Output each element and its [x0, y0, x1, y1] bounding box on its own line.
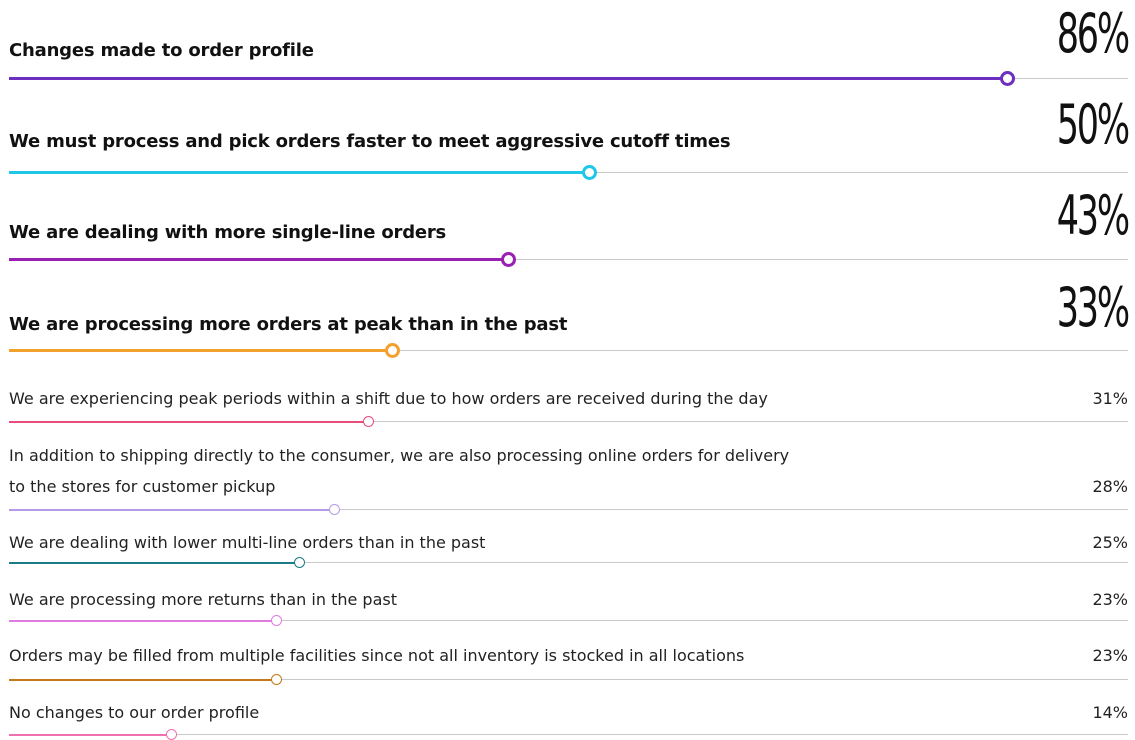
value-label: 14%	[1092, 703, 1128, 722]
value-label: 28%	[1092, 477, 1128, 496]
value-marker	[500, 252, 516, 267]
value-label: 23%	[1092, 590, 1128, 609]
value-marker	[328, 504, 340, 515]
value-bar	[9, 420, 369, 423]
category-label: Orders may be filled from multiple facil…	[9, 646, 745, 665]
value-label: 31%	[1092, 389, 1128, 408]
value-marker	[270, 615, 282, 626]
value-marker	[270, 674, 282, 685]
value-bar	[9, 77, 1008, 80]
chart: Changes made to order profile 86% We must …	[0, 0, 1135, 740]
value-label: 33%	[1056, 276, 1130, 339]
category-label: We are dealing with more single-line ord…	[9, 222, 447, 243]
value-marker	[582, 165, 597, 180]
category-label: In addition to shipping directly to the …	[9, 446, 790, 496]
category-label: We are processing more returns than in t…	[9, 590, 397, 609]
category-label: We are experiencing peak periods within …	[9, 389, 768, 408]
value-marker	[384, 343, 400, 358]
category-label: We are dealing with lower multi-line ord…	[9, 533, 486, 552]
value-marker	[166, 729, 178, 740]
value-bar	[9, 561, 300, 564]
value-bar	[9, 678, 277, 681]
value-label: 25%	[1092, 533, 1128, 552]
value-marker	[999, 71, 1015, 86]
category-label: We must process and pick orders faster t…	[9, 131, 731, 152]
value-label: 50%	[1056, 93, 1130, 156]
value-bar	[9, 171, 590, 174]
value-bar	[9, 619, 277, 622]
value-bar	[9, 258, 509, 261]
value-bar	[9, 508, 335, 511]
category-label: Changes made to order profile	[9, 40, 314, 61]
value-label: 23%	[1092, 646, 1128, 665]
value-marker	[293, 557, 305, 568]
value-label: 86%	[1056, 2, 1130, 65]
value-marker	[363, 416, 375, 427]
value-label: 43%	[1056, 184, 1130, 247]
category-label: We are processing more orders at peak th…	[9, 314, 568, 335]
value-bar	[9, 733, 172, 736]
category-label: No changes to our order profile	[9, 703, 260, 722]
value-bar	[9, 349, 393, 352]
